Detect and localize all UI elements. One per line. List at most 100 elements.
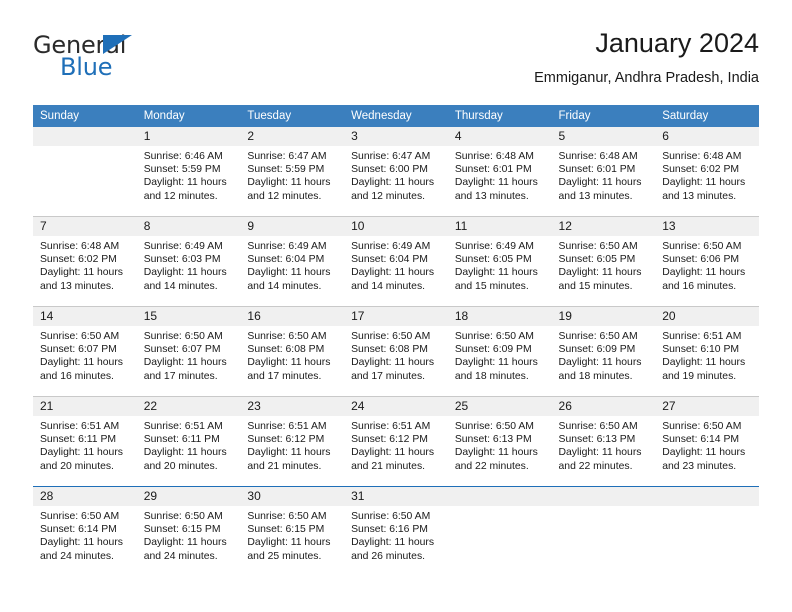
detail-daylight-line2: and 18 minutes.	[558, 370, 633, 382]
calendar-cell-day[interactable]: 27 Sunrise: 6:50 AM Sunset: 6:14 PM Dayligh…	[655, 396, 759, 487]
detail-sunrise: Sunrise: 6:48 AM	[40, 241, 120, 252]
detail-daylight-line1: Daylight: 11 hours	[662, 177, 746, 189]
detail-sunrise: Sunrise: 6:51 AM	[662, 331, 742, 342]
detail-sunset: Sunset: 6:02 PM	[662, 164, 740, 176]
detail-daylight-line1: Daylight: 11 hours	[40, 267, 123, 279]
detail-daylight-line2: and 13 minutes.	[558, 190, 633, 202]
calendar-cell-day[interactable]: 13 Sunrise: 6:50 AM Sunset: 6:06 PM Dayligh…	[655, 216, 759, 307]
calendar-cell-day[interactable]: 22 Sunrise: 6:51 AM Sunset: 6:11 PM Dayligh…	[136, 396, 241, 487]
day-number: 22	[136, 397, 241, 416]
day-number: 31	[344, 487, 448, 506]
detail-sunset: Sunset: 6:08 PM	[351, 344, 428, 356]
title-block: January 2024 Emmiganur, Andhra Pradesh, …	[534, 26, 759, 88]
detail-daylight-line2: and 22 minutes.	[558, 460, 633, 472]
calendar-cell-day[interactable]: 28 Sunrise: 6:50 AM Sunset: 6:14 PM Dayligh…	[33, 486, 137, 576]
calendar-cell-day[interactable]: 11 Sunrise: 6:49 AM Sunset: 6:05 PM Dayligh…	[447, 216, 552, 307]
calendar-cell-day[interactable]: 7 Sunrise: 6:48 AM Sunset: 6:02 PM Daylight…	[33, 216, 137, 307]
calendar-cell-inner: 9 Sunrise: 6:49 AM Sunset: 6:04 PM Daylight…	[240, 217, 345, 306]
detail-daylight-line1: Daylight: 11 hours	[247, 447, 331, 459]
detail-daylight-line1: Daylight: 11 hours	[454, 357, 538, 369]
detail-sunrise: Sunrise: 6:48 AM	[454, 151, 534, 162]
calendar-cell-day[interactable]: 10 Sunrise: 6:49 AM Sunset: 6:04 PM Dayligh…	[344, 216, 448, 307]
day-details: Sunrise: 6:50 AM Sunset: 6:15 PM Daylight:…	[240, 506, 344, 563]
calendar-cell-day[interactable]: 15 Sunrise: 6:50 AM Sunset: 6:07 PM Dayligh…	[136, 306, 241, 397]
detail-daylight-line2: and 16 minutes.	[40, 370, 114, 382]
detail-daylight-line1: Daylight: 11 hours	[454, 447, 538, 459]
detail-daylight-line1: Daylight: 11 hours	[247, 267, 331, 279]
calendar-cell-day[interactable]: 30 Sunrise: 6:50 AM Sunset: 6:15 PM Dayligh…	[240, 486, 345, 576]
calendar-cell-day[interactable]: 9 Sunrise: 6:49 AM Sunset: 6:04 PM Daylight…	[240, 216, 345, 307]
calendar-cell-day[interactable]: 17 Sunrise: 6:50 AM Sunset: 6:08 PM Dayligh…	[344, 306, 448, 397]
triangle-icon	[103, 35, 132, 54]
calendar-cell-day[interactable]: 31 Sunrise: 6:50 AM Sunset: 6:16 PM Dayligh…	[344, 486, 448, 576]
calendar-cell-inner	[447, 487, 552, 576]
detail-sunset: Sunset: 6:07 PM	[40, 344, 117, 356]
detail-daylight-line1: Daylight: 11 hours	[143, 447, 227, 459]
calendar-cell-day[interactable]: 18 Sunrise: 6:50 AM Sunset: 6:09 PM Dayligh…	[447, 306, 552, 397]
detail-sunset: Sunset: 6:02 PM	[40, 254, 117, 266]
day-number: 29	[136, 487, 241, 506]
detail-daylight-line2: and 12 minutes.	[143, 190, 218, 202]
generalblue-logo[interactable]: General Blue	[33, 32, 173, 88]
calendar-cell-inner: 12 Sunrise: 6:50 AM Sunset: 6:05 PM Dayligh…	[551, 217, 656, 306]
day-number: 4	[447, 127, 552, 146]
detail-daylight-line2: and 13 minutes.	[40, 280, 114, 292]
detail-daylight-line2: and 17 minutes.	[143, 370, 218, 382]
day-details: Sunrise: 6:48 AM Sunset: 6:01 PM Daylight:…	[448, 146, 552, 203]
day-number: 24	[344, 397, 448, 416]
calendar-cell-day[interactable]: 20 Sunrise: 6:51 AM Sunset: 6:10 PM Dayligh…	[655, 306, 759, 397]
day-details	[552, 506, 656, 510]
day-number: 11	[447, 217, 552, 236]
detail-daylight-line1: Daylight: 11 hours	[454, 267, 538, 279]
calendar-cell-day[interactable]: 25 Sunrise: 6:50 AM Sunset: 6:13 PM Dayligh…	[447, 396, 552, 487]
calendar-cell-day[interactable]: 2 Sunrise: 6:47 AM Sunset: 5:59 PM Daylight…	[240, 127, 345, 217]
calendar-cell-day[interactable]: 1 Sunrise: 6:46 AM Sunset: 5:59 PM Daylight…	[136, 127, 241, 217]
calendar-cell-day[interactable]: 5 Sunrise: 6:48 AM Sunset: 6:01 PM Daylight…	[551, 127, 656, 217]
day-details: Sunrise: 6:48 AM Sunset: 6:01 PM Daylight:…	[552, 146, 656, 203]
calendar-cell-day[interactable]: 19 Sunrise: 6:50 AM Sunset: 6:09 PM Dayligh…	[551, 306, 656, 397]
detail-sunset: Sunset: 6:03 PM	[143, 254, 221, 266]
calendar-cell-inner: 8 Sunrise: 6:49 AM Sunset: 6:03 PM Daylight…	[136, 217, 241, 306]
detail-sunset: Sunset: 6:13 PM	[558, 434, 636, 446]
calendar-cell-inner: 17 Sunrise: 6:50 AM Sunset: 6:08 PM Dayligh…	[344, 307, 448, 396]
day-details: Sunrise: 6:50 AM Sunset: 6:16 PM Daylight:…	[344, 506, 448, 563]
calendar-cell-day[interactable]: 12 Sunrise: 6:50 AM Sunset: 6:05 PM Dayligh…	[551, 216, 656, 307]
weekday-header-thursday: Thursday	[447, 105, 552, 127]
detail-daylight-line2: and 17 minutes.	[351, 370, 426, 382]
calendar-cell-day[interactable]: 8 Sunrise: 6:49 AM Sunset: 6:03 PM Daylight…	[136, 216, 241, 307]
day-number	[33, 127, 137, 146]
detail-daylight-line2: and 15 minutes.	[558, 280, 633, 292]
weekday-header-saturday: Saturday	[655, 105, 759, 127]
weekday-header-tuesday: Tuesday	[240, 105, 345, 127]
calendar-cell-inner: 20 Sunrise: 6:51 AM Sunset: 6:10 PM Dayligh…	[655, 307, 759, 396]
calendar-cell-day[interactable]: 6 Sunrise: 6:48 AM Sunset: 6:02 PM Daylight…	[655, 127, 759, 217]
detail-sunrise: Sunrise: 6:50 AM	[454, 331, 534, 342]
calendar-cell-day[interactable]: 14 Sunrise: 6:50 AM Sunset: 6:07 PM Dayligh…	[33, 306, 137, 397]
day-details: Sunrise: 6:51 AM Sunset: 6:10 PM Daylight:…	[655, 326, 759, 383]
calendar-cell-day[interactable]: 21 Sunrise: 6:51 AM Sunset: 6:11 PM Dayligh…	[33, 396, 137, 487]
detail-sunset: Sunset: 6:14 PM	[40, 524, 117, 536]
day-details: Sunrise: 6:50 AM Sunset: 6:06 PM Daylight:…	[655, 236, 759, 293]
calendar-cell-day[interactable]: 24 Sunrise: 6:51 AM Sunset: 6:12 PM Dayligh…	[344, 396, 448, 487]
calendar-cell-empty	[655, 486, 759, 576]
detail-daylight-line1: Daylight: 11 hours	[558, 447, 642, 459]
detail-sunrise: Sunrise: 6:48 AM	[662, 151, 742, 162]
calendar-cell-day[interactable]: 29 Sunrise: 6:50 AM Sunset: 6:15 PM Dayligh…	[136, 486, 241, 576]
detail-sunrise: Sunrise: 6:48 AM	[558, 151, 638, 162]
detail-sunrise: Sunrise: 6:51 AM	[143, 421, 223, 432]
detail-sunset: Sunset: 6:00 PM	[351, 164, 428, 176]
day-details: Sunrise: 6:49 AM Sunset: 6:04 PM Daylight:…	[240, 236, 344, 293]
calendar-cell-day[interactable]: 3 Sunrise: 6:47 AM Sunset: 6:00 PM Daylight…	[344, 127, 448, 217]
calendar-cell-inner: 2 Sunrise: 6:47 AM Sunset: 5:59 PM Daylight…	[240, 127, 345, 216]
detail-daylight-line1: Daylight: 11 hours	[247, 177, 331, 189]
detail-sunrise: Sunrise: 6:51 AM	[247, 421, 327, 432]
day-details: Sunrise: 6:49 AM Sunset: 6:03 PM Daylight:…	[137, 236, 241, 293]
day-details: Sunrise: 6:47 AM Sunset: 5:59 PM Daylight:…	[240, 146, 344, 203]
weekday-header-sunday: Sunday	[33, 105, 137, 127]
day-number: 15	[136, 307, 241, 326]
calendar-cell-day[interactable]: 26 Sunrise: 6:50 AM Sunset: 6:13 PM Dayligh…	[551, 396, 656, 487]
calendar-cell-day[interactable]: 4 Sunrise: 6:48 AM Sunset: 6:01 PM Daylight…	[447, 127, 552, 217]
calendar-cell-day[interactable]: 16 Sunrise: 6:50 AM Sunset: 6:08 PM Dayligh…	[240, 306, 345, 397]
day-number: 1	[136, 127, 241, 146]
calendar-cell-day[interactable]: 23 Sunrise: 6:51 AM Sunset: 6:12 PM Dayligh…	[240, 396, 345, 487]
